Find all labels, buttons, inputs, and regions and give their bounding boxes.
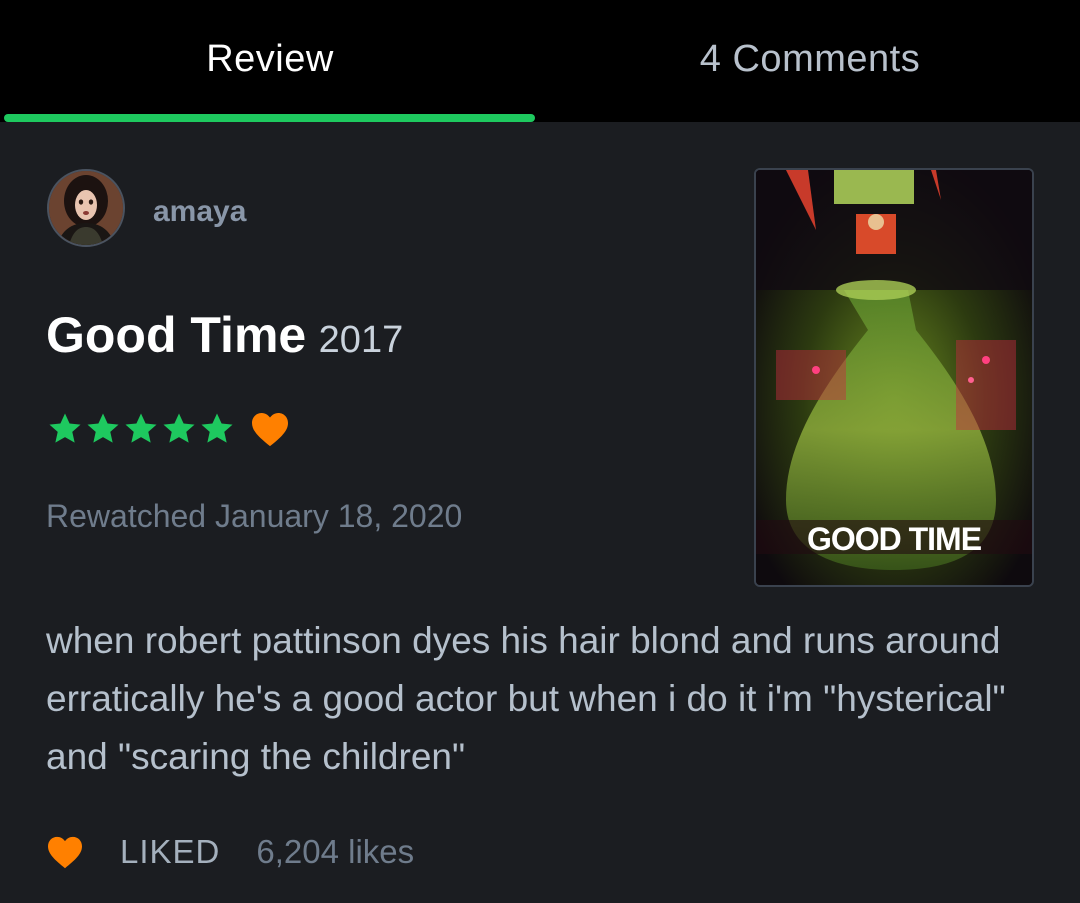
poster-title-text: GOOD TIME — [807, 521, 982, 557]
like-bar: LIKED 6,204 likes — [46, 830, 414, 874]
likes-count[interactable]: 6,204 likes — [256, 833, 414, 871]
avatar-image — [49, 171, 123, 245]
review-body: when robert pattinson dyes his hair blon… — [46, 620, 1006, 777]
rewatched-date: Rewatched January 18, 2020 — [46, 498, 463, 534]
active-tab-indicator — [4, 114, 535, 122]
star-icon — [87, 413, 119, 443]
star-icon — [201, 413, 233, 443]
star-icon — [125, 413, 157, 443]
heart-icon — [252, 412, 288, 447]
rating — [46, 410, 290, 448]
tab-bar: Review 4 Comments — [0, 0, 1080, 122]
film-poster[interactable]: GOOD TIME — [754, 168, 1034, 587]
film-title[interactable]: Good Time — [46, 307, 306, 363]
star-icon — [49, 413, 81, 443]
poster-image: GOOD TIME — [756, 170, 1032, 585]
star-icon — [163, 413, 195, 443]
avatar[interactable] — [47, 169, 125, 247]
username[interactable]: amaya — [153, 195, 246, 229]
film-year[interactable]: 2017 — [319, 319, 404, 361]
tab-comments-label: 4 Comments — [699, 37, 921, 80]
review-content: amaya Good Time 2017 Rewatched January 1… — [0, 122, 1080, 903]
tab-comments[interactable]: 4 Comments — [540, 0, 1080, 118]
tab-review[interactable]: Review — [0, 0, 540, 118]
tab-review-label: Review — [206, 37, 334, 80]
liked-label[interactable]: LIKED — [120, 833, 220, 871]
heart-icon[interactable] — [46, 835, 84, 869]
film-title-row[interactable]: Good Time 2017 — [46, 306, 403, 364]
